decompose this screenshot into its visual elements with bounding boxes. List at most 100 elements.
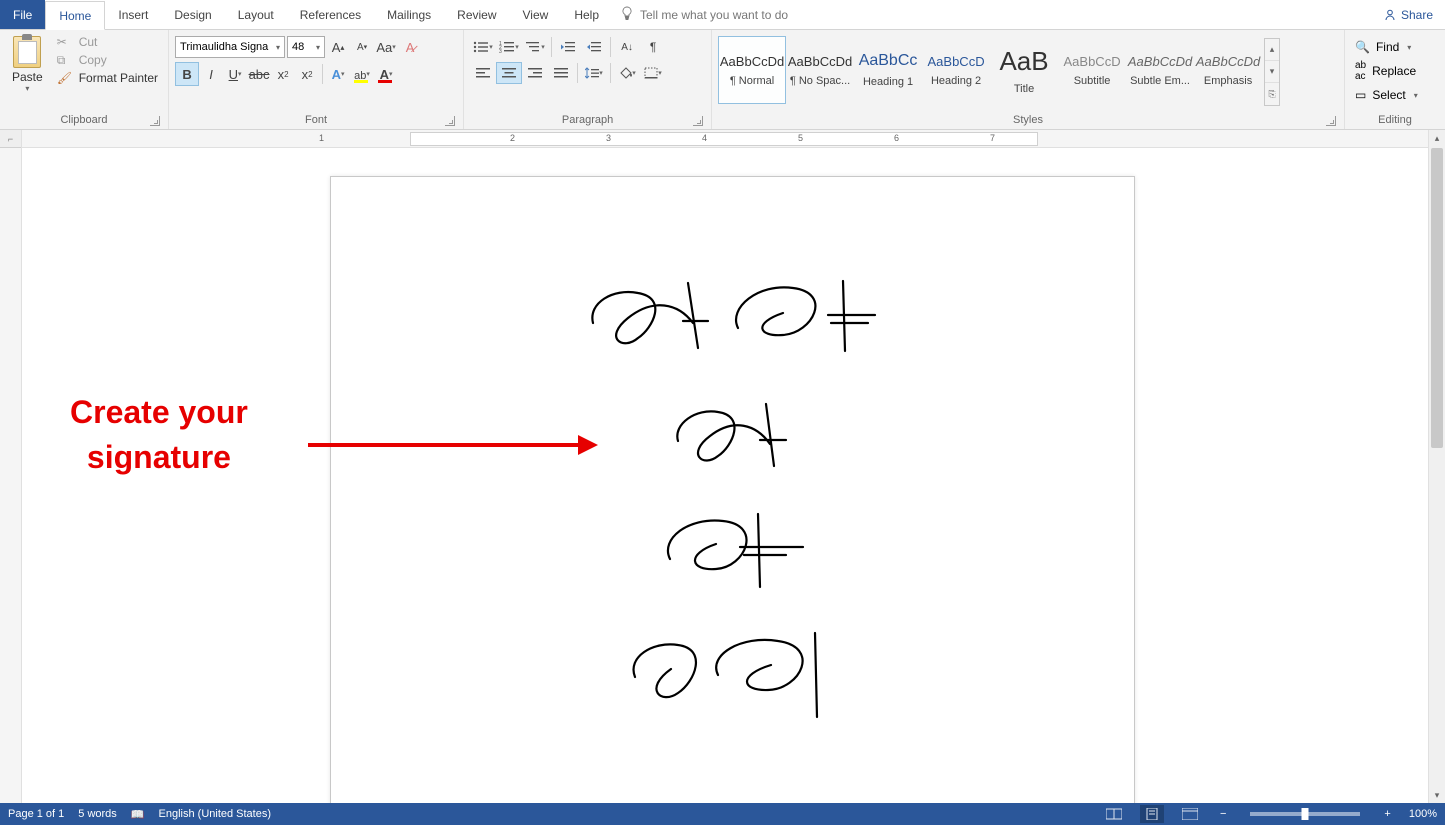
style-no-spacing[interactable]: AaBbCcDd ¶ No Spac... (786, 36, 854, 104)
tab-mailings[interactable]: Mailings (374, 0, 444, 29)
sort-button[interactable]: A↓ (614, 36, 640, 58)
scroll-down-icon[interactable]: ▾ (1429, 787, 1445, 803)
font-dialog-launcher[interactable] (445, 116, 455, 126)
borders-button[interactable]: ▾ (640, 62, 666, 84)
tab-layout[interactable]: Layout (225, 0, 287, 29)
style-subtle-emphasis[interactable]: AaBbCcDdSubtle Em... (1126, 36, 1194, 104)
justify-button[interactable] (548, 62, 574, 84)
ruler-mark: 1 (319, 133, 324, 143)
tab-review[interactable]: Review (444, 0, 509, 29)
spellcheck-icon[interactable]: 📖 (131, 808, 145, 821)
print-layout-button[interactable] (1140, 805, 1164, 823)
zoom-out-button[interactable]: − (1216, 808, 1230, 820)
paste-label: Paste (12, 70, 43, 84)
decrease-indent-button[interactable] (555, 36, 581, 58)
replace-button[interactable]: abacReplace (1351, 58, 1439, 84)
align-right-button[interactable] (522, 62, 548, 84)
style-name-label: Subtle Em... (1130, 75, 1190, 87)
show-marks-button[interactable]: ¶ (640, 36, 666, 58)
tab-design[interactable]: Design (161, 0, 224, 29)
paragraph-dialog-launcher[interactable] (693, 116, 703, 126)
bullets-button[interactable]: ▾ (470, 36, 496, 58)
zoom-in-button[interactable]: + (1380, 808, 1394, 820)
select-label: Select (1372, 88, 1405, 102)
zoom-slider[interactable] (1250, 812, 1360, 816)
ruler-mark: 3 (606, 133, 611, 143)
style-heading-2[interactable]: AaBbCcDHeading 2 (922, 36, 990, 104)
shading-button[interactable]: ▾ (614, 62, 640, 84)
styles-dialog-launcher[interactable] (1326, 116, 1336, 126)
paste-dropdown-icon[interactable]: ▾ (25, 84, 29, 93)
shrink-font-button[interactable]: A▾ (351, 36, 373, 58)
share-label: Share (1401, 8, 1433, 22)
styles-gallery-scroll[interactable]: ▴▾⎘ (1264, 38, 1280, 106)
scroll-up-icon[interactable]: ▴ (1429, 130, 1445, 146)
clipboard-dialog-launcher[interactable] (150, 116, 160, 126)
ruler-mark: 5 (798, 133, 803, 143)
ruler-mark: 4 (702, 133, 707, 143)
strikethrough-button[interactable]: abc (247, 62, 271, 86)
change-case-button[interactable]: Aa▾ (375, 36, 397, 58)
style-emphasis[interactable]: AaBbCcDdEmphasis (1194, 36, 1262, 104)
tab-insert[interactable]: Insert (105, 0, 161, 29)
status-words[interactable]: 5 words (78, 808, 117, 820)
format-painter-button[interactable]: 🖌Format Painter (53, 70, 162, 86)
multilevel-list-button[interactable]: ▾ (522, 36, 548, 58)
clear-formatting-button[interactable]: A̷ (399, 36, 421, 58)
page-content[interactable] (331, 177, 1134, 803)
style-preview: AaBbCcDd (788, 54, 852, 69)
tab-references[interactable]: References (287, 0, 374, 29)
line-spacing-button[interactable]: ▾ (581, 62, 607, 84)
zoom-slider-knob[interactable] (1302, 808, 1309, 820)
text-effects-button[interactable]: A▾ (326, 62, 350, 86)
select-button[interactable]: ▭Select▾ (1351, 86, 1439, 104)
tell-me-search[interactable]: Tell me what you want to do (640, 8, 788, 22)
style-heading-1[interactable]: AaBbCcHeading 1 (854, 36, 922, 104)
superscript-button[interactable]: x2 (295, 62, 319, 86)
style-title[interactable]: AaBTitle (990, 36, 1058, 104)
bold-button[interactable]: B (175, 62, 199, 86)
web-layout-button[interactable] (1178, 805, 1202, 823)
replace-icon: abac (1355, 60, 1366, 82)
paste-button[interactable]: Paste ▾ (6, 34, 49, 95)
status-language[interactable]: English (United States) (159, 808, 272, 820)
numbering-button[interactable]: 123▾ (496, 36, 522, 58)
font-size-value: 48 (292, 41, 304, 53)
tab-help[interactable]: Help (561, 0, 612, 29)
styles-scroll-up-icon[interactable]: ▴ (1265, 39, 1279, 61)
signature-line-1 (427, 273, 1038, 368)
tab-view[interactable]: View (510, 0, 562, 29)
styles-expand-icon[interactable]: ⎘ (1265, 83, 1279, 105)
status-page[interactable]: Page 1 of 1 (8, 808, 64, 820)
share-button[interactable]: Share (1383, 8, 1433, 22)
styles-scroll-down-icon[interactable]: ▾ (1265, 61, 1279, 83)
underline-button[interactable]: U▾ (223, 62, 247, 86)
font-color-button[interactable]: A▾ (374, 62, 398, 86)
style-normal[interactable]: AaBbCcDd¶ Normal (718, 36, 786, 104)
cut-button[interactable]: ✂Cut (53, 34, 162, 50)
paint-bucket-icon (618, 67, 632, 79)
subscript-button[interactable]: x2 (271, 62, 295, 86)
find-button[interactable]: 🔍Find▾ (1351, 38, 1439, 56)
scrollbar-thumb[interactable] (1431, 148, 1443, 448)
status-bar: Page 1 of 1 5 words 📖 English (United St… (0, 803, 1445, 825)
read-mode-button[interactable] (1102, 805, 1126, 823)
document-area[interactable] (22, 148, 1428, 803)
align-left-button[interactable] (470, 62, 496, 84)
tab-home[interactable]: Home (45, 1, 105, 30)
grow-font-button[interactable]: A▴ (327, 36, 349, 58)
highlight-button[interactable]: ab▾ (350, 62, 374, 86)
menu-bar: File Home Insert Design Layout Reference… (0, 0, 1445, 30)
style-name-label: ¶ No Spac... (790, 75, 850, 87)
zoom-level[interactable]: 100% (1409, 808, 1437, 820)
align-center-button[interactable] (496, 62, 522, 84)
font-size-combo[interactable]: 48▾ (287, 36, 325, 58)
font-name-combo[interactable]: Trimaulidha Signa▾ (175, 36, 285, 58)
tab-file[interactable]: File (0, 0, 45, 29)
vertical-scrollbar[interactable]: ▴ ▾ (1428, 130, 1445, 803)
style-subtitle[interactable]: AaBbCcDSubtitle (1058, 36, 1126, 104)
increase-indent-button[interactable] (581, 36, 607, 58)
editing-group-label: Editing (1378, 114, 1412, 126)
italic-button[interactable]: I (199, 62, 223, 86)
copy-button[interactable]: ⧉Copy (53, 52, 162, 68)
